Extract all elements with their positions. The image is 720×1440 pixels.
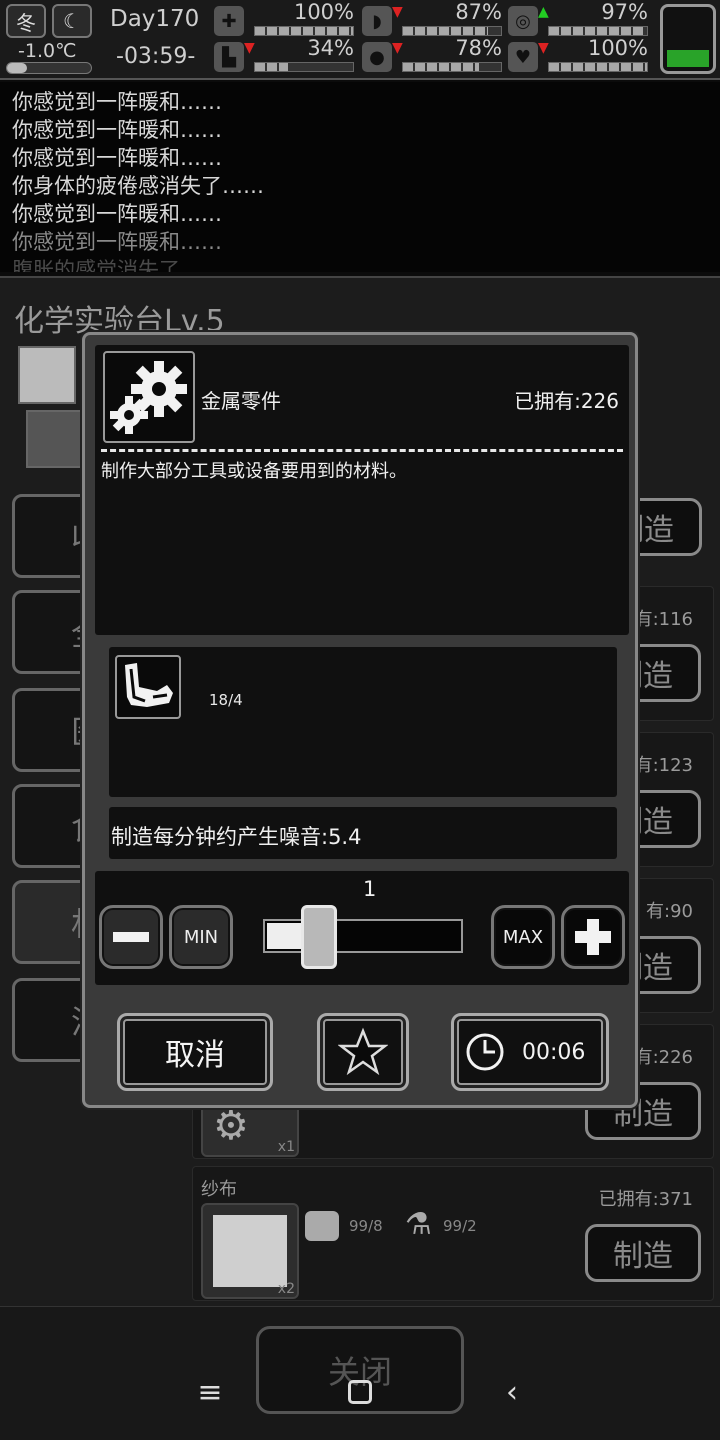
status-bar-fill: [254, 62, 354, 72]
status-meter: ♥ ▼ 100%: [508, 36, 648, 74]
status-percent: 34%: [307, 36, 354, 60]
owned-count: 有:123: [634, 755, 693, 776]
arrow-up-icon: ▲: [538, 4, 549, 20]
bench-slot[interactable]: [26, 410, 84, 468]
min-button[interactable]: MIN: [169, 905, 233, 969]
log-line: 你感觉到一阵暖和……: [12, 202, 222, 226]
status-bar-fill: [254, 26, 354, 36]
material-count: 18/4: [209, 691, 243, 709]
arrow-down-icon: ▼: [392, 40, 403, 56]
status-meter: ▙ ▼ 34%: [214, 36, 354, 74]
status-bar-fill: [402, 26, 502, 36]
item-name: 纱布: [201, 1179, 237, 1200]
log-line: 你感觉到一阵暖和……: [12, 90, 222, 114]
status-bar: 冬 ☾ -1.0℃ Day170 -03:59- ✚ 100% ◗ ▼ 87% ◎ ▲ 97%…: [0, 0, 720, 80]
start-craft-button[interactable]: 00:06: [451, 1013, 609, 1091]
day-counter: Day170: [110, 6, 200, 32]
arrow-down-icon: ▼: [392, 4, 403, 20]
decrease-button[interactable]: [99, 905, 163, 969]
water-drop-icon: ●: [362, 42, 392, 72]
gear-icon: ⚙: [213, 1103, 249, 1149]
owned-count: 有:226: [634, 1047, 693, 1068]
item-description: 制作大部分工具或设备要用到的材料。: [101, 461, 407, 482]
craft-time: 00:06: [522, 1039, 586, 1065]
owned-count: 有:90: [646, 901, 693, 922]
material-count: 99/2: [443, 1217, 477, 1235]
status-percent: 87%: [455, 0, 502, 24]
status-bar-fill: [548, 62, 648, 72]
status-meter: ● ▼ 78%: [362, 36, 502, 74]
gauze-icon: [213, 1215, 287, 1287]
yield-quantity: x1: [277, 1139, 295, 1155]
log-line: 你感觉到一阵暖和……: [12, 146, 222, 170]
owned-count: 已拥有:371: [598, 1189, 693, 1210]
heart-icon: ♥: [508, 42, 538, 72]
temperature: -1.0℃: [18, 40, 77, 62]
status-percent: 97%: [601, 0, 648, 24]
battery-icon: [660, 4, 716, 74]
item-thumbnail: x2: [201, 1203, 299, 1299]
menu-icon[interactable]: ≡: [190, 1370, 230, 1414]
quantity-slider[interactable]: [263, 919, 463, 953]
owned-count: 已拥有:226: [514, 389, 619, 413]
home-icon[interactable]: [340, 1370, 380, 1414]
clock: -03:59-: [116, 44, 196, 69]
materials-panel: 18/4: [109, 647, 617, 797]
status-meter: ◎ ▲ 97%: [508, 0, 648, 38]
log-line: 你感觉到一阵暖和……: [12, 118, 222, 142]
status-bar-fill: [402, 62, 502, 72]
cloth-icon: [305, 1211, 339, 1241]
arrow-down-icon: ▼: [244, 40, 255, 56]
recipe-row: 纱布 已拥有:371 x2 99/8 ⚗ 99/2 制造: [192, 1166, 714, 1301]
log-line: 腹胀的感觉消失了……: [12, 258, 222, 272]
bench-slot[interactable]: [18, 346, 76, 404]
message-log: 你感觉到一阵暖和…… 你感觉到一阵暖和…… 你感觉到一阵暖和…… 你身体的疲倦感…: [0, 82, 720, 272]
divider: [101, 449, 623, 452]
gear-icon: [103, 351, 195, 443]
status-meter: ◗ ▼ 87%: [362, 0, 502, 38]
max-button[interactable]: MAX: [491, 905, 555, 969]
flask-icon: ⚗: [405, 1207, 432, 1242]
status-percent: 100%: [293, 0, 354, 24]
scrap-metal-icon[interactable]: [115, 655, 181, 719]
back-icon[interactable]: ‹: [492, 1370, 532, 1414]
pill-icon: ◎: [508, 6, 538, 36]
medkit-icon: ✚: [214, 6, 244, 36]
craft-button[interactable]: 制造: [585, 1224, 701, 1282]
arrow-down-icon: ▼: [538, 40, 549, 56]
material-count: 99/8: [349, 1217, 383, 1235]
item-name: 金属零件: [201, 389, 281, 413]
status-percent: 100%: [587, 36, 648, 60]
favorite-button[interactable]: [317, 1013, 409, 1091]
clock-icon: [466, 1033, 504, 1071]
increase-button[interactable]: [561, 905, 625, 969]
status-percent: 78%: [455, 36, 502, 60]
quantity-value: 1: [363, 877, 377, 901]
slider-handle[interactable]: [301, 905, 337, 969]
quantity-selector: 1 MIN MAX: [95, 871, 629, 985]
craft-dialog: 金属零件 已拥有:226 制作大部分工具或设备要用到的材料。 18/4 制造每分…: [82, 332, 638, 1108]
star-icon: [338, 1027, 388, 1076]
cancel-button[interactable]: 取消: [117, 1013, 273, 1091]
noise-info: 制造每分钟约产生噪音:5.4: [109, 807, 617, 859]
yield-quantity: x2: [277, 1281, 295, 1297]
season-badge: 冬: [6, 4, 46, 38]
boot-icon: ▙: [214, 42, 244, 72]
status-bar-fill: [548, 26, 648, 36]
log-line: 你感觉到一阵暖和……: [12, 230, 222, 254]
item-info-panel: 金属零件 已拥有:226 制作大部分工具或设备要用到的材料。: [95, 345, 629, 635]
moon-icon: ☾: [52, 4, 92, 38]
log-line: 你身体的疲倦感消失了……: [12, 174, 264, 198]
owned-count: 有:116: [634, 609, 693, 630]
temperature-gauge: [6, 62, 92, 74]
stomach-icon: ◗: [362, 6, 392, 36]
status-meter: ✚ 100%: [214, 0, 354, 38]
